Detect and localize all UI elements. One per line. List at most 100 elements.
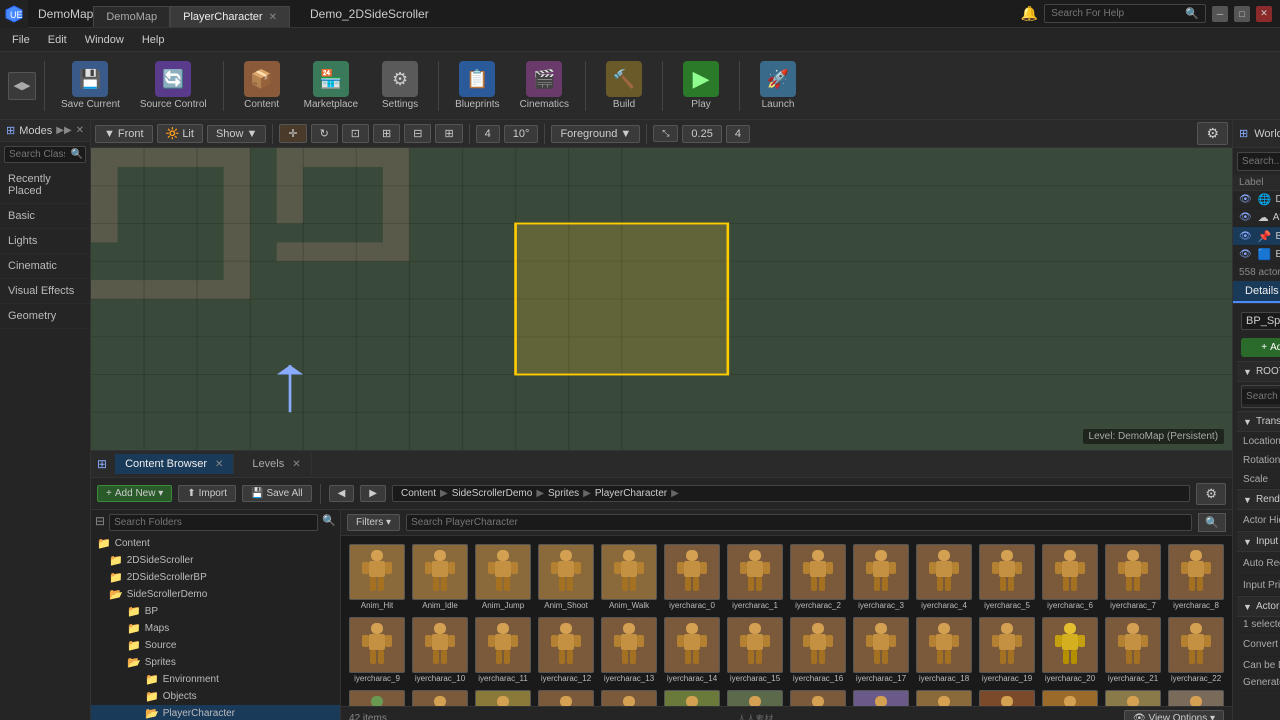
vp-scale-btn[interactable]: 0.25 (682, 125, 721, 143)
asset-item[interactable]: iyercharac_24 (410, 688, 470, 706)
import-button[interactable]: ⬆ Import (178, 485, 236, 502)
asset-item[interactable]: iyercharac_32 (914, 688, 974, 706)
actor-section-header[interactable]: ▼ Actor (1237, 596, 1280, 617)
outliner-row-demomap[interactable]: 👁 🌐 DemoMap (Editor) World (1233, 191, 1280, 209)
modes-expand[interactable]: ▶▶ (56, 125, 71, 136)
cinematics-button[interactable]: 🎬 Cinematics (512, 57, 577, 114)
asset-item[interactable]: Anim_Shoot (536, 542, 596, 612)
asset-item[interactable]: iyercharac_17 (851, 615, 911, 685)
maximize-button[interactable]: □ (1234, 6, 1250, 22)
asset-item[interactable]: iyercharac_18 (914, 615, 974, 685)
root-section-header[interactable]: ▼ ROOT (Inherited) (1237, 361, 1280, 382)
folder-2dss[interactable]: 📁 2DSideScroller (91, 552, 340, 569)
asset-item[interactable]: iyercharac_12 (536, 615, 596, 685)
tab-playercharacter-close[interactable]: ✕ (269, 12, 277, 23)
path-content[interactable]: Content (401, 488, 436, 499)
content-browser-tab-close-icon[interactable]: ✕ (215, 459, 223, 470)
vp-grid-btn[interactable]: 4 (726, 125, 750, 143)
asset-item[interactable]: iyercharac_2 (788, 542, 848, 612)
tab-content-browser[interactable]: Content Browser ✕ (115, 454, 234, 474)
sidebar-item-basic[interactable]: Basic (0, 204, 90, 229)
asset-item[interactable]: iyercharac_22 (1166, 615, 1226, 685)
sidebar-item-recently-placed[interactable]: Recently Placed (0, 167, 90, 204)
asset-item[interactable]: Anim_Jump (473, 542, 533, 612)
tab-playercharacter[interactable]: PlayerCharacter ✕ (170, 6, 290, 27)
transform-section-header[interactable]: ▼ Transform (1237, 411, 1280, 432)
folder-2dssbp[interactable]: 📁 2DSideScrollerBP (91, 569, 340, 586)
asset-item[interactable]: iyercharac_34 (1040, 688, 1100, 706)
folder-playercharacter[interactable]: 📂 PlayerCharacter (91, 705, 340, 720)
folder-ssd[interactable]: 📂 SideScrollerDemo (91, 586, 340, 603)
help-search[interactable]: 🔍 (1044, 4, 1206, 23)
viewport-show-btn[interactable]: Show ▼ (207, 125, 266, 143)
asset-item[interactable]: iyercharac_31 (851, 688, 911, 706)
source-control-button[interactable]: 🔄 Source Control (132, 57, 215, 114)
save-current-button[interactable]: 💾 Save Current (53, 57, 128, 114)
modes-toggle[interactable]: ◀▶ (8, 72, 36, 100)
asset-item[interactable]: iyercharac_11 (473, 615, 533, 685)
launch-button[interactable]: 🚀 Launch (748, 57, 808, 114)
vp-snap-rotation[interactable]: 4 (476, 125, 500, 143)
close-button[interactable]: ✕ (1256, 6, 1272, 22)
input-section-header[interactable]: ▼ Input (1237, 531, 1280, 552)
viewport-perspective-btn[interactable]: ▼ Front (95, 125, 153, 143)
asset-item[interactable]: iyercharac_8 (1166, 542, 1226, 612)
tab-levels[interactable]: Levels ✕ (242, 454, 311, 474)
asset-item[interactable]: iyercharac_30 (788, 688, 848, 706)
asset-item[interactable]: iyercharac_36 (1166, 688, 1226, 706)
asset-item[interactable]: iyercharac_28 (662, 688, 722, 706)
filters-button[interactable]: Filters ▾ (347, 514, 400, 531)
tab-details[interactable]: Details (1233, 281, 1280, 303)
vp-tool-extra3[interactable]: ⊞ (435, 124, 462, 143)
view-options-button[interactable]: 👁 View Options ▾ (1124, 710, 1224, 720)
folder-content-root[interactable]: 📁 Content (91, 535, 340, 552)
asset-item[interactable]: iyercharac_10 (410, 615, 470, 685)
asset-item[interactable]: iyercharac_9 (347, 615, 407, 685)
folder-search-input[interactable] (109, 514, 318, 531)
folder-objects[interactable]: 📁 Objects (91, 688, 340, 705)
menu-edit[interactable]: Edit (40, 32, 75, 48)
blueprints-button[interactable]: 📋 Blueprints (447, 57, 507, 114)
help-search-input[interactable] (1051, 8, 1181, 19)
asset-item[interactable]: iyercharac_21 (1103, 615, 1163, 685)
path-options-button[interactable]: ⚙ (1196, 483, 1226, 505)
marketplace-button[interactable]: 🏪 Marketplace (296, 57, 366, 114)
sidebar-item-lights[interactable]: Lights (0, 229, 90, 254)
eye-demomap-icon[interactable]: 👁 (1239, 194, 1252, 205)
vp-tool-extra2[interactable]: ⊟ (404, 124, 431, 143)
menu-help[interactable]: Help (134, 32, 173, 48)
asset-item[interactable]: iyercharac_26 (536, 688, 596, 706)
asset-item[interactable]: iyercharac_35 (1103, 688, 1163, 706)
vp-snap-angle[interactable]: 10° (504, 125, 539, 143)
asset-item[interactable]: iyercharac_1 (725, 542, 785, 612)
asset-item[interactable]: iyercharac_33 (977, 688, 1037, 706)
rendering-section-header[interactable]: ▼ Rendering (1237, 489, 1280, 510)
vp-tool-rotate[interactable]: ↻ (311, 124, 338, 143)
viewport-lit-btn[interactable]: 🔆 Lit (157, 124, 203, 143)
folder-source[interactable]: 📁 Source (91, 637, 340, 654)
asset-item[interactable]: iyercharac_29 (725, 688, 785, 706)
outliner-row-fog[interactable]: 👁 ☁ Atmospheric Fog Atmospheric (1233, 209, 1280, 227)
asset-item[interactable]: iyercharac_14 (662, 615, 722, 685)
asset-item[interactable]: iyercharac_13 (599, 615, 659, 685)
add-new-button[interactable]: + Add New ▾ (97, 485, 172, 502)
asset-item[interactable]: Anim_Hit (347, 542, 407, 612)
folder-maps[interactable]: 📁 Maps (91, 620, 340, 637)
path-playercharacter[interactable]: PlayerCharacter (595, 488, 667, 499)
search-playercharacter-input[interactable] (406, 514, 1192, 531)
sidebar-item-visual-effects[interactable]: Visual Effects (0, 279, 90, 304)
vp-layer-btn[interactable]: Foreground ▼ (551, 125, 640, 143)
vp-zoom-out[interactable]: ⤡ (653, 125, 678, 142)
nav-forward-button[interactable]: ▶ (360, 485, 386, 502)
vp-tool-extra1[interactable]: ⊞ (373, 124, 400, 143)
asset-item[interactable]: iyercharac_0 (662, 542, 722, 612)
asset-item[interactable]: iyercharac_3 (851, 542, 911, 612)
path-sprites[interactable]: Sprites (548, 488, 579, 499)
minimize-button[interactable]: ─ (1212, 6, 1228, 22)
sidebar-item-geometry[interactable]: Geometry (0, 304, 90, 329)
asset-item[interactable]: iyercharac_20 (1040, 615, 1100, 685)
tab-demomap[interactable]: DemoMap (93, 6, 170, 27)
viewport[interactable]: Level: DemoMap (Persistent) (91, 148, 1232, 450)
eye-envtile-icon[interactable]: 👁 (1239, 249, 1252, 260)
build-button[interactable]: 🔨 Build (594, 57, 654, 114)
